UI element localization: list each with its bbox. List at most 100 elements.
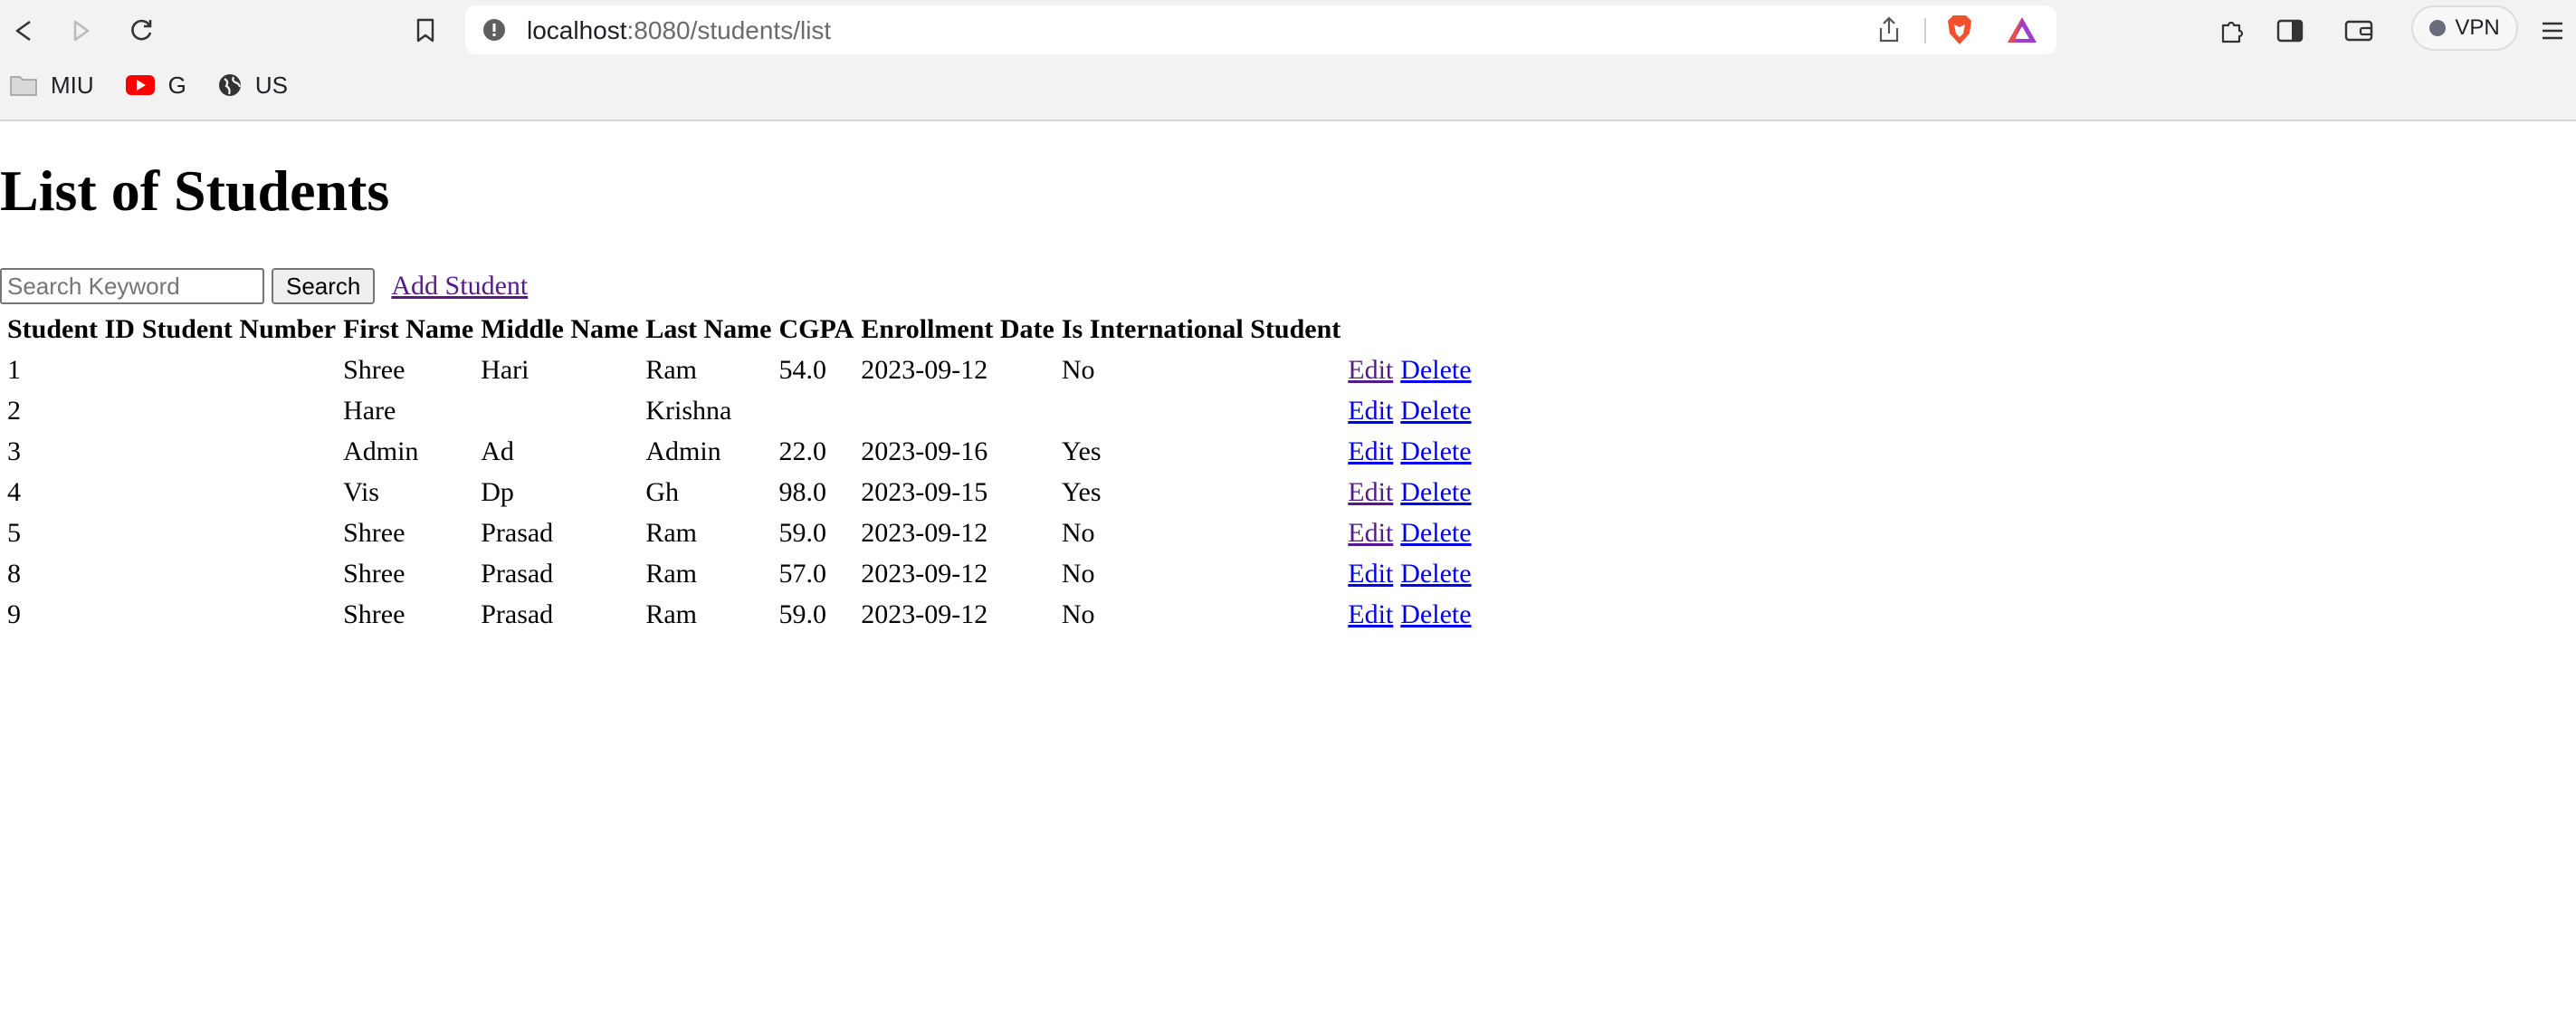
student-id-cell: 8 xyxy=(7,558,21,589)
sidebar-button[interactable] xyxy=(2272,13,2308,49)
international-cell: No xyxy=(1061,354,1095,385)
delete-link[interactable]: Delete xyxy=(1400,518,1471,548)
student-number-cell xyxy=(140,596,338,633)
address-bar-separator xyxy=(1924,18,1926,43)
first-name-cell: Hare xyxy=(343,395,396,426)
middle-name-cell: Ad xyxy=(481,436,514,466)
sidebar-icon xyxy=(2276,19,2304,43)
bookmarks-bar: MIU G US xyxy=(9,67,288,103)
enrollment-date-cell: 2023-09-12 xyxy=(861,517,988,548)
cgpa-cell: 22.0 xyxy=(778,436,827,466)
middle-name-cell: Prasad xyxy=(481,517,554,548)
first-name-cell: Shree xyxy=(343,354,405,385)
enrollment-date-cell: 2023-09-12 xyxy=(861,354,988,385)
brave-shields-icon[interactable] xyxy=(1944,14,1975,46)
address-bar[interactable]: localhost:8080/students/list xyxy=(465,5,2056,54)
reload-icon xyxy=(131,19,152,41)
student-id-cell: 3 xyxy=(7,436,21,466)
brave-rewards-icon[interactable] xyxy=(2006,15,2038,44)
back-icon xyxy=(15,20,31,42)
reload-button[interactable] xyxy=(123,13,159,49)
url-path: :8080/students/list xyxy=(626,16,832,44)
search-input[interactable] xyxy=(0,268,264,304)
forward-icon xyxy=(73,20,90,42)
info-icon[interactable] xyxy=(482,17,507,43)
url-text[interactable]: localhost:8080/students/list xyxy=(527,16,831,45)
bookmark-button[interactable] xyxy=(407,13,444,49)
international-cell: No xyxy=(1061,558,1095,589)
column-header: Middle Name xyxy=(481,314,639,344)
bookmark-g[interactable]: G xyxy=(125,72,186,100)
enrollment-date-cell: 2023-09-12 xyxy=(861,558,988,589)
delete-link[interactable]: Delete xyxy=(1400,599,1471,629)
browser-chrome: localhost:8080/students/list VPN MIU G U… xyxy=(0,0,2576,121)
add-student-link[interactable]: Add Student xyxy=(391,271,528,302)
table-row: 1 Shree Hari Ram 54.0 2023-09-12 No Edit Delete xyxy=(5,351,1481,388)
row-actions: Edit Delete xyxy=(1346,351,1480,388)
search-form: Search Add Student xyxy=(0,266,528,306)
middle-name-cell: Dp xyxy=(481,476,514,507)
vpn-button[interactable]: VPN xyxy=(2411,5,2518,51)
edit-link[interactable]: Edit xyxy=(1348,436,1393,466)
international-cell: Yes xyxy=(1061,436,1102,466)
share-icon[interactable] xyxy=(1877,16,1901,43)
column-header: Is International Student xyxy=(1061,314,1341,344)
search-button[interactable]: Search xyxy=(272,268,376,304)
youtube-icon xyxy=(125,75,155,95)
delete-link[interactable]: Delete xyxy=(1400,355,1471,385)
table-row: 5 Shree Prasad Ram 59.0 2023-09-12 No Edit Delet… xyxy=(5,514,1481,551)
enrollment-date-cell: 2023-09-15 xyxy=(861,476,988,507)
enrollment-date-cell xyxy=(859,392,1056,429)
edit-link[interactable]: Edit xyxy=(1348,559,1393,589)
delete-link[interactable]: Delete xyxy=(1400,477,1471,507)
bookmark-miu[interactable]: MIU xyxy=(9,72,94,100)
student-id-cell: 5 xyxy=(7,517,21,548)
student-id-cell: 1 xyxy=(7,354,21,385)
column-header-actions xyxy=(1346,311,1480,348)
students-table: Student ID Student Number First Name Mid… xyxy=(2,308,1484,637)
edit-link[interactable]: Edit xyxy=(1348,599,1393,629)
row-actions: Edit Delete xyxy=(1346,474,1480,511)
table-header-row: Student ID Student Number First Name Mid… xyxy=(5,311,1481,348)
last-name-cell: Ram xyxy=(645,517,698,548)
bookmark-us[interactable]: US xyxy=(217,72,288,100)
row-actions: Edit Delete xyxy=(1346,555,1480,592)
edit-link[interactable]: Edit xyxy=(1348,355,1393,385)
back-button[interactable] xyxy=(5,13,42,49)
wallet-icon xyxy=(2344,20,2373,42)
row-actions: Edit Delete xyxy=(1346,514,1480,551)
hamburger-menu-icon xyxy=(2543,22,2562,40)
delete-link[interactable]: Delete xyxy=(1400,559,1471,589)
student-id-cell: 2 xyxy=(7,395,21,426)
first-name-cell: Admin xyxy=(343,436,419,466)
last-name-cell: Krishna xyxy=(645,395,732,426)
forward-button[interactable] xyxy=(63,13,100,49)
column-header: Student ID xyxy=(7,314,135,344)
url-host: localhost xyxy=(527,16,627,44)
international-cell xyxy=(1060,392,1342,429)
edit-link[interactable]: Edit xyxy=(1348,396,1393,426)
bookmark-label: US xyxy=(254,71,289,99)
row-actions: Edit Delete xyxy=(1346,433,1480,470)
middle-name-cell: Prasad xyxy=(481,599,554,629)
cgpa-cell: 57.0 xyxy=(778,558,827,589)
delete-link[interactable]: Delete xyxy=(1400,396,1471,426)
row-actions: Edit Delete xyxy=(1346,392,1480,429)
student-number-cell xyxy=(140,514,338,551)
international-cell: No xyxy=(1061,599,1095,629)
first-name-cell: Vis xyxy=(343,476,379,507)
wallet-button[interactable] xyxy=(2341,13,2377,49)
folder-icon xyxy=(10,76,37,96)
delete-link[interactable]: Delete xyxy=(1400,436,1471,466)
international-cell: Yes xyxy=(1061,476,1102,507)
extensions-button[interactable] xyxy=(2214,13,2250,49)
edit-link[interactable]: Edit xyxy=(1348,477,1393,507)
student-id-cell: 4 xyxy=(7,476,21,507)
menu-button[interactable] xyxy=(2534,13,2571,49)
table-body: 1 Shree Hari Ram 54.0 2023-09-12 No Edit Delete 2… xyxy=(5,351,1481,633)
last-name-cell: Ram xyxy=(645,354,698,385)
page-title: List of Students xyxy=(0,158,390,223)
cgpa-cell: 54.0 xyxy=(778,354,827,385)
edit-link[interactable]: Edit xyxy=(1348,518,1393,548)
column-header: Enrollment Date xyxy=(861,314,1054,344)
